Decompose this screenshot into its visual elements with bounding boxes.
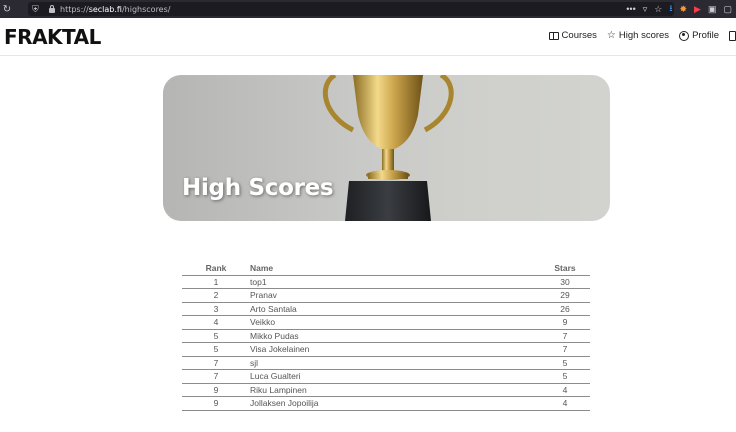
rank-cell: 1: [182, 275, 250, 289]
highscores-table: Rank Name Stars 1 top1 30 2 Pranav 29 3 …: [182, 262, 590, 411]
name-cell: Mikko Pudas: [250, 329, 540, 343]
pocket-icon[interactable]: ▿: [643, 4, 648, 15]
nav-logout[interactable]: [729, 30, 736, 41]
table-row: 5 Mikko Pudas 7: [182, 329, 590, 343]
rank-cell: 4: [182, 315, 250, 330]
rank-cell: 7: [182, 356, 250, 370]
name-column-header: Name: [250, 262, 540, 276]
name-cell: Luca Gualteri: [250, 369, 540, 384]
table-row: 9 Jollaksen Jopoilija 4: [182, 396, 590, 411]
rank-cell: 9: [182, 383, 250, 397]
lock-icon[interactable]: [48, 4, 56, 14]
name-cell: Veikko: [250, 315, 540, 330]
name-cell: Riku Lampinen: [250, 383, 540, 397]
tracking-shield-icon[interactable]: ⛨: [32, 4, 42, 14]
bookmark-star-icon[interactable]: ☆: [654, 4, 662, 15]
address-bar[interactable]: ⛨ https://seclab.fi/highscores/: [28, 2, 674, 16]
name-cell: sjl: [250, 356, 540, 370]
rank-cell: 2: [182, 288, 250, 303]
star-icon: ☆: [606, 30, 616, 41]
nav-profile[interactable]: Profile: [679, 30, 719, 41]
nav-courses-label: Courses: [561, 30, 597, 41]
stars-cell: 7: [540, 342, 590, 357]
page-actions-menu-icon[interactable]: •••: [626, 4, 635, 14]
site-logo[interactable]: FRAKTAL: [4, 25, 101, 49]
stars-cell: 5: [540, 356, 590, 370]
download-icon[interactable]: ⭳: [669, 1, 672, 17]
table-row: 4 Veikko 9: [182, 315, 590, 330]
table-row: 5 Visa Jokelainen 7: [182, 342, 590, 357]
stars-column-header: Stars: [540, 262, 590, 276]
stars-cell: 7: [540, 329, 590, 343]
site-header: FRAKTAL Courses ☆ High scores Profile: [0, 18, 736, 56]
table-row: 1 top1 30: [182, 275, 590, 289]
url-text[interactable]: https://seclab.fi/highscores/: [60, 5, 170, 14]
table-header-row: Rank Name Stars: [182, 262, 590, 276]
name-cell: Arto Santala: [250, 302, 540, 316]
name-cell: top1: [250, 275, 540, 289]
name-cell: Jollaksen Jopoilija: [250, 396, 540, 411]
extension-lock-icon[interactable]: ▣: [708, 4, 717, 15]
rank-column-header: Rank: [182, 262, 250, 276]
book-icon: [548, 31, 559, 40]
browser-toolbar: ↻ ⛨ https://seclab.fi/highscores/ ••• ▿ …: [0, 0, 736, 18]
name-cell: Visa Jokelainen: [250, 342, 540, 357]
stars-cell: 26: [540, 302, 590, 316]
stars-cell: 29: [540, 288, 590, 303]
rank-cell: 7: [182, 369, 250, 384]
stars-cell: 5: [540, 369, 590, 384]
nav-courses[interactable]: Courses: [548, 30, 597, 41]
page-title: High Scores: [182, 175, 334, 201]
stars-cell: 30: [540, 275, 590, 289]
table-row: 2 Pranav 29: [182, 288, 590, 303]
reload-icon[interactable]: ↻: [0, 4, 14, 15]
hero-banner: High Scores: [163, 75, 610, 221]
logout-icon: [729, 30, 736, 41]
stars-cell: 9: [540, 315, 590, 330]
nav-profile-label: Profile: [692, 30, 719, 41]
extension-icon[interactable]: ✸: [680, 4, 688, 15]
table-row: 9 Riku Lampinen 4: [182, 383, 590, 397]
nav-highscores[interactable]: ☆ High scores: [607, 30, 669, 41]
stars-cell: 4: [540, 396, 590, 411]
user-circle-icon: [679, 30, 690, 41]
rank-cell: 9: [182, 396, 250, 411]
extension-box-icon[interactable]: ▢: [723, 4, 732, 15]
rank-cell: 3: [182, 302, 250, 316]
table-row: 7 sjl 5: [182, 356, 590, 370]
name-cell: Pranav: [250, 288, 540, 303]
extension-red-icon[interactable]: ▶: [694, 4, 701, 15]
rank-cell: 5: [182, 329, 250, 343]
nav-highscores-label: High scores: [618, 30, 670, 41]
main-nav: Courses ☆ High scores Profile: [539, 30, 736, 41]
table-row: 3 Arto Santala 26: [182, 302, 590, 316]
table-row: 7 Luca Gualteri 5: [182, 369, 590, 384]
rank-cell: 5: [182, 342, 250, 357]
stars-cell: 4: [540, 383, 590, 397]
